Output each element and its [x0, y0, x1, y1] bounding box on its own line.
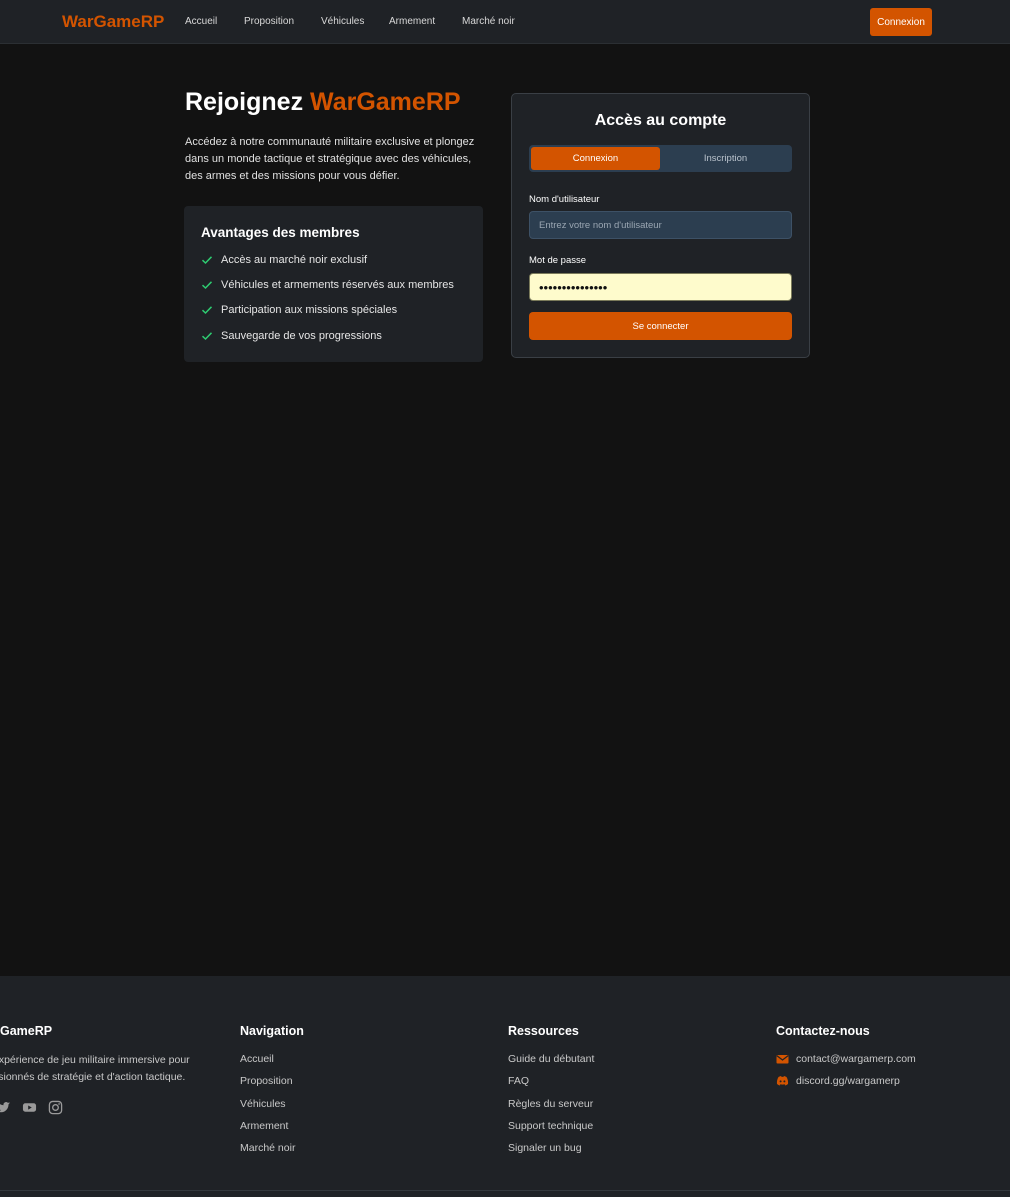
- email-text: contact@wargamerp.com: [796, 1053, 916, 1065]
- nav-link-vehicules[interactable]: Véhicules: [321, 16, 364, 27]
- nav-link-marche-noir[interactable]: Marché noir: [462, 16, 515, 27]
- footer-link-accueil[interactable]: Accueil: [240, 1053, 274, 1065]
- benefit-label: Sauvegarde de vos progressions: [221, 330, 382, 342]
- footer-navigation-title: Navigation: [240, 1024, 304, 1038]
- footer-divider: [0, 1190, 1010, 1191]
- footer-link-guide[interactable]: Guide du débutant: [508, 1053, 594, 1065]
- check-icon: [201, 281, 213, 290]
- hero-title: Rejoignez WarGameRP: [185, 88, 461, 117]
- footer-link-proposition[interactable]: Proposition: [240, 1075, 293, 1087]
- username-label: Nom d'utilisateur: [529, 194, 600, 205]
- nav-login-button[interactable]: Connexion: [870, 8, 932, 36]
- twitter-icon[interactable]: [0, 1100, 11, 1115]
- footer-link-bug[interactable]: Signaler un bug: [508, 1142, 582, 1154]
- hero-description: Accédez à notre communauté militaire exc…: [185, 136, 475, 182]
- benefit-label: Accès au marché noir exclusif: [221, 254, 368, 266]
- auth-tabs: Connexion Inscription: [529, 145, 792, 172]
- footer-contact-title: Contactez-nous: [776, 1024, 870, 1038]
- footer-link-regles[interactable]: Règles du serveur: [508, 1098, 593, 1110]
- check-icon: [201, 256, 213, 265]
- footer-link-support[interactable]: Support technique: [508, 1120, 593, 1132]
- nav-link-proposition[interactable]: Proposition: [244, 16, 294, 27]
- footer-resources-title: Ressources: [508, 1024, 579, 1038]
- check-icon: [201, 306, 213, 315]
- password-label: Mot de passe: [529, 255, 587, 266]
- footer-link-armement[interactable]: Armement: [240, 1120, 288, 1132]
- password-input[interactable]: •••••••••••••••: [529, 273, 792, 301]
- login-submit-button[interactable]: Se connecter: [529, 312, 792, 340]
- login-card: Accès au compte Connexion Inscription No…: [511, 93, 810, 358]
- benefits-panel: Avantages des membres Accès au marché no…: [184, 206, 483, 362]
- username-input[interactable]: Entrez votre nom d'utilisateur: [529, 211, 792, 239]
- nav-link-armement[interactable]: Armement: [389, 16, 435, 27]
- login-card-title: Accès au compte: [594, 112, 727, 129]
- check-icon: [201, 332, 213, 341]
- benefit-item: Participation aux missions spéciales: [201, 304, 397, 316]
- footer-link-faq[interactable]: FAQ: [508, 1075, 529, 1087]
- benefit-item: Sauvegarde de vos progressions: [201, 330, 382, 342]
- brand-logo[interactable]: WarGameRP: [62, 12, 164, 32]
- tab-connexion[interactable]: Connexion: [531, 147, 660, 170]
- benefit-item: Accès au marché noir exclusif: [201, 254, 367, 266]
- youtube-icon[interactable]: [22, 1100, 37, 1115]
- footer-contact-email[interactable]: contact@wargamerp.com: [776, 1053, 916, 1065]
- footer-contact-discord[interactable]: discord.gg/wargamerp: [776, 1075, 900, 1087]
- benefit-label: Participation aux missions spéciales: [221, 304, 398, 316]
- top-navbar: WarGameRP Accueil Proposition Véhicules …: [0, 0, 1010, 44]
- hero-title-accent: WarGameRP: [310, 88, 461, 116]
- footer-link-marche-noir[interactable]: Marché noir: [240, 1142, 295, 1154]
- hero-title-prefix: Rejoignez: [185, 88, 304, 116]
- instagram-icon[interactable]: [48, 1100, 63, 1115]
- benefit-label: Véhicules et armements réservés aux memb…: [221, 279, 454, 291]
- envelope-icon: [776, 1055, 789, 1064]
- benefits-title: Avantages des membres: [201, 225, 360, 240]
- tab-inscription[interactable]: Inscription: [661, 147, 790, 170]
- discord-icon: [776, 1076, 789, 1086]
- footer-description: expérience de jeu militaire immersive po…: [0, 1054, 190, 1083]
- footer-brand: GameRP: [0, 1024, 53, 1038]
- benefit-item: Véhicules et armements réservés aux memb…: [201, 279, 454, 291]
- nav-link-accueil[interactable]: Accueil: [185, 16, 217, 27]
- discord-text: discord.gg/wargamerp: [796, 1075, 900, 1087]
- footer-link-vehicules[interactable]: Véhicules: [240, 1098, 286, 1110]
- footer: GameRP expérience de jeu militaire immer…: [0, 976, 1010, 1197]
